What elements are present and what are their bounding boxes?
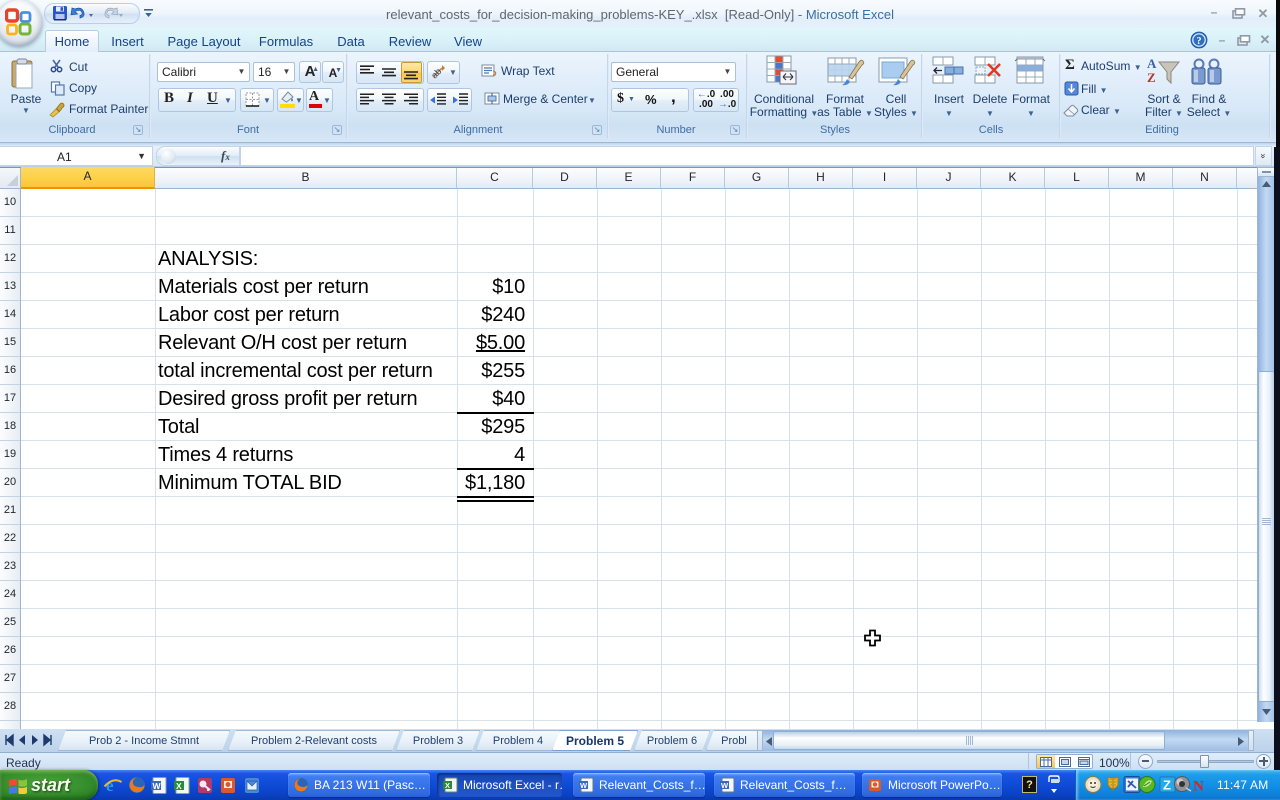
svg-text:W: W [580,781,588,790]
svg-text:X: X [445,781,450,790]
svg-text:X: X [176,781,182,791]
svg-text:N: N [1193,779,1204,795]
svg-text:Z: Z [1147,70,1156,85]
svg-text:W: W [721,781,729,790]
svg-text:e: e [106,776,114,795]
svg-text:?: ? [1197,36,1202,47]
svg-text:A: A [1147,56,1157,71]
svg-text:Z: Z [1163,778,1171,793]
svg-text:W: W [153,781,162,791]
